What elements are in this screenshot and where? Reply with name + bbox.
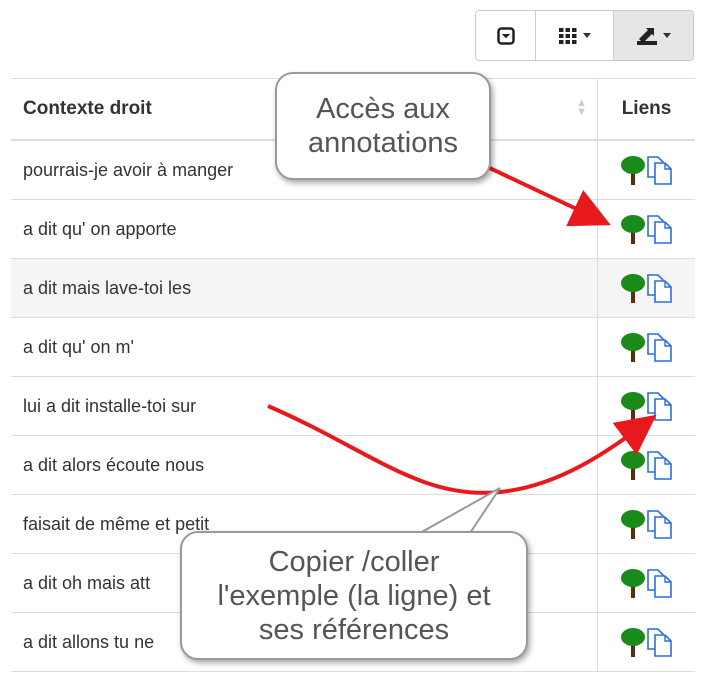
callout-line: Copier /coller — [268, 545, 440, 578]
callout-line: l'exemple (la ligne) et — [217, 579, 491, 612]
copy-paste-callout: Copier /coller l'exemple (la ligne) et s… — [180, 531, 528, 660]
callout-line: ses références — [258, 613, 450, 646]
